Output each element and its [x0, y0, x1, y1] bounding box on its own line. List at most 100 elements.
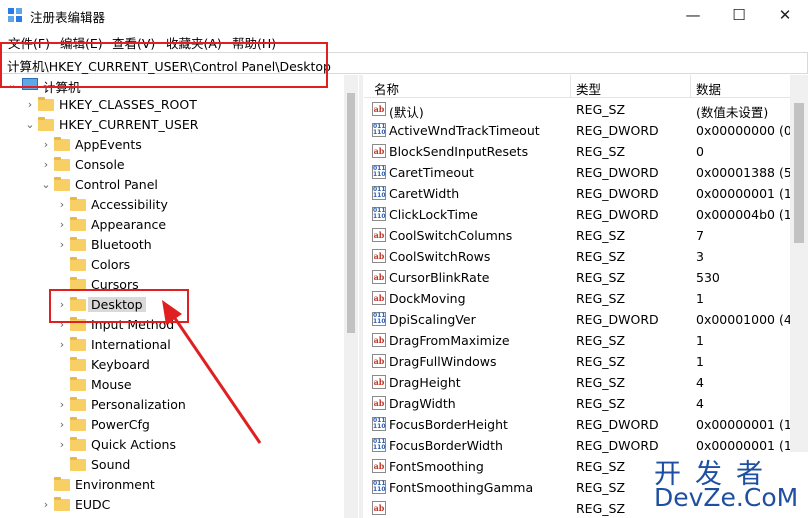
value-name: CaretTimeout — [389, 165, 474, 180]
value-row[interactable]: 011 110 ActiveWndTrackTimeout REG_DWORD 0x00… — [364, 120, 797, 141]
folder-icon — [54, 497, 70, 511]
value-data: 7 — [696, 228, 704, 243]
value-name: BlockSendInputResets — [389, 144, 529, 159]
tree-node-label: EUDC — [75, 497, 111, 512]
value-row[interactable]: 011 110 ClickLockTime REG_DWORD 0x000004b0 (… — [364, 204, 800, 225]
value-row[interactable]: ab CursorBlinkRate REG_SZ 530 — [364, 267, 794, 288]
value-name: DpiScalingVer — [389, 312, 476, 327]
chevron-right-icon[interactable]: › — [24, 98, 36, 112]
value-row[interactable]: ab DragFromMaximize REG_SZ 1 — [364, 330, 794, 351]
tree-node-eudc[interactable]: › EUDC — [0, 495, 345, 515]
value-row[interactable]: ab DragFullWindows REG_SZ 1 — [364, 351, 794, 372]
tree-node-bluetooth[interactable]: › Bluetooth — [0, 235, 345, 255]
tree-node-environment[interactable]: Environment — [0, 475, 345, 495]
folder-icon — [70, 397, 86, 411]
chevron-right-icon[interactable]: › — [56, 238, 68, 252]
chevron-right-icon[interactable]: › — [40, 158, 52, 172]
tree-node-powercfg[interactable]: › PowerCfg — [0, 415, 345, 435]
value-data: 1 — [696, 291, 704, 306]
value-data: 0x00001388 (50 — [696, 165, 800, 180]
maximize-button[interactable]: ☐ — [716, 0, 762, 30]
value-data: 0x00000001 (1) — [696, 438, 797, 453]
tree-node-label: Quick Actions — [91, 437, 176, 452]
chevron-down-icon[interactable]: ⌄ — [40, 178, 52, 192]
desktop-highlight-box — [49, 289, 189, 323]
pane-splitter[interactable] — [359, 75, 363, 518]
column-header-type[interactable]: 类型 — [576, 79, 601, 98]
value-name: FontSmoothingGamma — [389, 480, 534, 495]
value-type: REG_SZ — [576, 501, 626, 516]
value-name: CaretWidth — [389, 186, 460, 201]
value-type: REG_SZ — [576, 291, 626, 306]
value-data: 530 — [696, 270, 720, 285]
value-row[interactable]: ab CoolSwitchRows REG_SZ 3 — [364, 246, 794, 267]
tree-node-hkcu[interactable]: ⌄ HKEY_CURRENT_USER — [0, 115, 345, 135]
title-bar: 注册表编辑器 — ☐ ✕ — [0, 0, 808, 30]
tree-scrollbar[interactable] — [344, 75, 358, 518]
tree-node-accessibility[interactable]: › Accessibility — [0, 195, 345, 215]
tree-node-console[interactable]: › Console — [0, 155, 345, 175]
chevron-right-icon[interactable]: › — [40, 138, 52, 152]
tree-node-mouse[interactable]: Mouse — [0, 375, 345, 395]
minimize-button[interactable]: — — [670, 0, 716, 30]
tree-node-appearance[interactable]: › Appearance — [0, 215, 345, 235]
value-row[interactable]: 011 110 FocusBorderHeight REG_DWORD 0x000000… — [364, 414, 797, 435]
chevron-down-icon[interactable]: ⌄ — [24, 118, 36, 132]
value-row[interactable]: ab DockMoving REG_SZ 1 — [364, 288, 794, 309]
tree-node-appevents[interactable]: › AppEvents — [0, 135, 345, 155]
value-row[interactable]: ab DragHeight REG_SZ 4 — [364, 372, 794, 393]
chevron-right-icon[interactable]: › — [56, 338, 68, 352]
value-type: REG_DWORD — [576, 207, 659, 222]
dword-value-icon: 011 110 — [372, 438, 386, 452]
list-scrollbar-thumb[interactable] — [794, 103, 804, 243]
dword-value-icon: 011 110 — [372, 312, 386, 326]
value-row[interactable]: 011 110 CaretWidth REG_DWORD 0x00000001 (1) — [364, 183, 797, 204]
value-type: REG_DWORD — [576, 312, 659, 327]
string-value-icon: ab — [372, 249, 386, 263]
value-row[interactable]: ab DragWidth REG_SZ 4 — [364, 393, 794, 414]
value-row[interactable]: 011 110 CaretTimeout REG_DWORD 0x00001388 (5… — [364, 162, 800, 183]
value-row[interactable]: ab CoolSwitchColumns REG_SZ 7 — [364, 225, 794, 246]
chevron-right-icon[interactable]: › — [56, 218, 68, 232]
value-type: REG_SZ — [576, 333, 626, 348]
tree-node-control-panel[interactable]: ⌄ Control Panel — [0, 175, 345, 195]
tree-node-quick-actions[interactable]: › Quick Actions — [0, 435, 345, 455]
value-name: FocusBorderHeight — [389, 417, 508, 432]
value-name: DragHeight — [389, 375, 461, 390]
chevron-right-icon[interactable]: › — [56, 438, 68, 452]
tree-node-hkcr[interactable]: › HKEY_CLASSES_ROOT — [0, 95, 345, 115]
tree-node-label: Control Panel — [75, 177, 158, 192]
string-value-icon: ab — [372, 396, 386, 410]
column-divider[interactable] — [690, 75, 691, 97]
value-type: REG_DWORD — [576, 417, 659, 432]
column-header-name[interactable]: 名称 — [374, 79, 399, 98]
tree-node-keyboard[interactable]: Keyboard — [0, 355, 345, 375]
value-name: DragWidth — [389, 396, 456, 411]
value-row[interactable]: 011 110 DpiScalingVer REG_DWORD 0x00001000 (… — [364, 309, 800, 330]
dword-value-icon: 011 110 — [372, 165, 386, 179]
chevron-right-icon[interactable]: › — [56, 418, 68, 432]
value-data: 0x00000000 (0) — [696, 123, 797, 138]
tree-node-sound[interactable]: Sound — [0, 455, 345, 475]
value-name: CoolSwitchRows — [389, 249, 491, 264]
value-row[interactable]: ab BlockSendInputResets REG_SZ 0 — [364, 141, 794, 162]
chevron-right-icon[interactable]: › — [56, 198, 68, 212]
string-value-icon: ab — [372, 354, 386, 368]
value-data: 0x00000001 (1) — [696, 186, 797, 201]
column-header-data[interactable]: 数据 — [696, 79, 721, 98]
tree-node-colors[interactable]: Colors — [0, 255, 345, 275]
string-value-icon: ab — [372, 291, 386, 305]
string-value-icon: ab — [372, 375, 386, 389]
value-name: FontSmoothing — [389, 459, 484, 474]
tree-scrollbar-thumb[interactable] — [347, 93, 355, 333]
tree-node-international[interactable]: › International — [0, 335, 345, 355]
value-row[interactable]: ab (默认) REG_SZ (数值未设置) — [364, 99, 794, 120]
column-divider[interactable] — [570, 75, 571, 97]
folder-icon — [54, 137, 70, 151]
value-data: 3 — [696, 249, 704, 264]
chevron-right-icon[interactable]: › — [40, 498, 52, 512]
close-button[interactable]: ✕ — [762, 0, 808, 30]
tree-node-personalization[interactable]: › Personalization — [0, 395, 345, 415]
value-type: REG_SZ — [576, 354, 626, 369]
chevron-right-icon[interactable]: › — [56, 398, 68, 412]
